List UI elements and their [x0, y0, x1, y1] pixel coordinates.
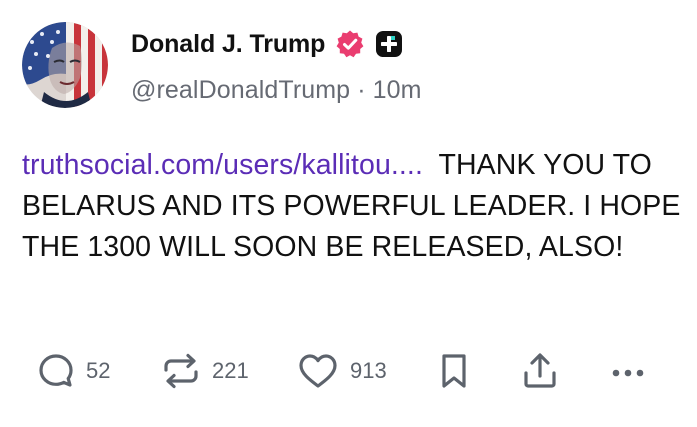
bookmark-button[interactable]	[436, 348, 472, 394]
more-icon	[612, 369, 644, 377]
author-handle-row: @realDonaldTrump · 10m	[131, 76, 422, 105]
truth-plus-badge-icon	[375, 30, 403, 58]
post-timestamp[interactable]: 10m	[373, 76, 422, 104]
like-button[interactable]: 913	[296, 348, 387, 394]
post-action-bar: 52 221 913	[0, 348, 697, 394]
share-button[interactable]	[520, 348, 560, 394]
avatar[interactable]	[22, 22, 108, 108]
separator-dot: ·	[357, 76, 366, 104]
avatar-image	[22, 22, 108, 108]
author-display-name[interactable]: Donald J. Trump	[131, 30, 325, 59]
share-icon	[524, 353, 556, 388]
reply-icon	[39, 354, 73, 387]
bookmark-icon	[442, 354, 466, 388]
heart-icon	[299, 354, 337, 388]
like-count: 913	[350, 358, 387, 383]
post-link[interactable]: truthsocial.com/users/kallitou....	[22, 149, 423, 181]
post-body: truthsocial.com/users/kallitou.... THANK…	[22, 145, 682, 268]
retruth-button[interactable]: 221	[160, 348, 249, 394]
author-name-row: Donald J. Trump	[131, 26, 403, 62]
reply-button[interactable]: 52	[36, 348, 110, 394]
reply-count: 52	[86, 358, 111, 383]
retruth-count: 221	[212, 358, 249, 383]
retruth-icon	[164, 353, 198, 389]
verified-badge-icon	[335, 29, 365, 59]
more-button[interactable]	[608, 348, 648, 394]
author-handle[interactable]: @realDonaldTrump	[131, 76, 350, 104]
